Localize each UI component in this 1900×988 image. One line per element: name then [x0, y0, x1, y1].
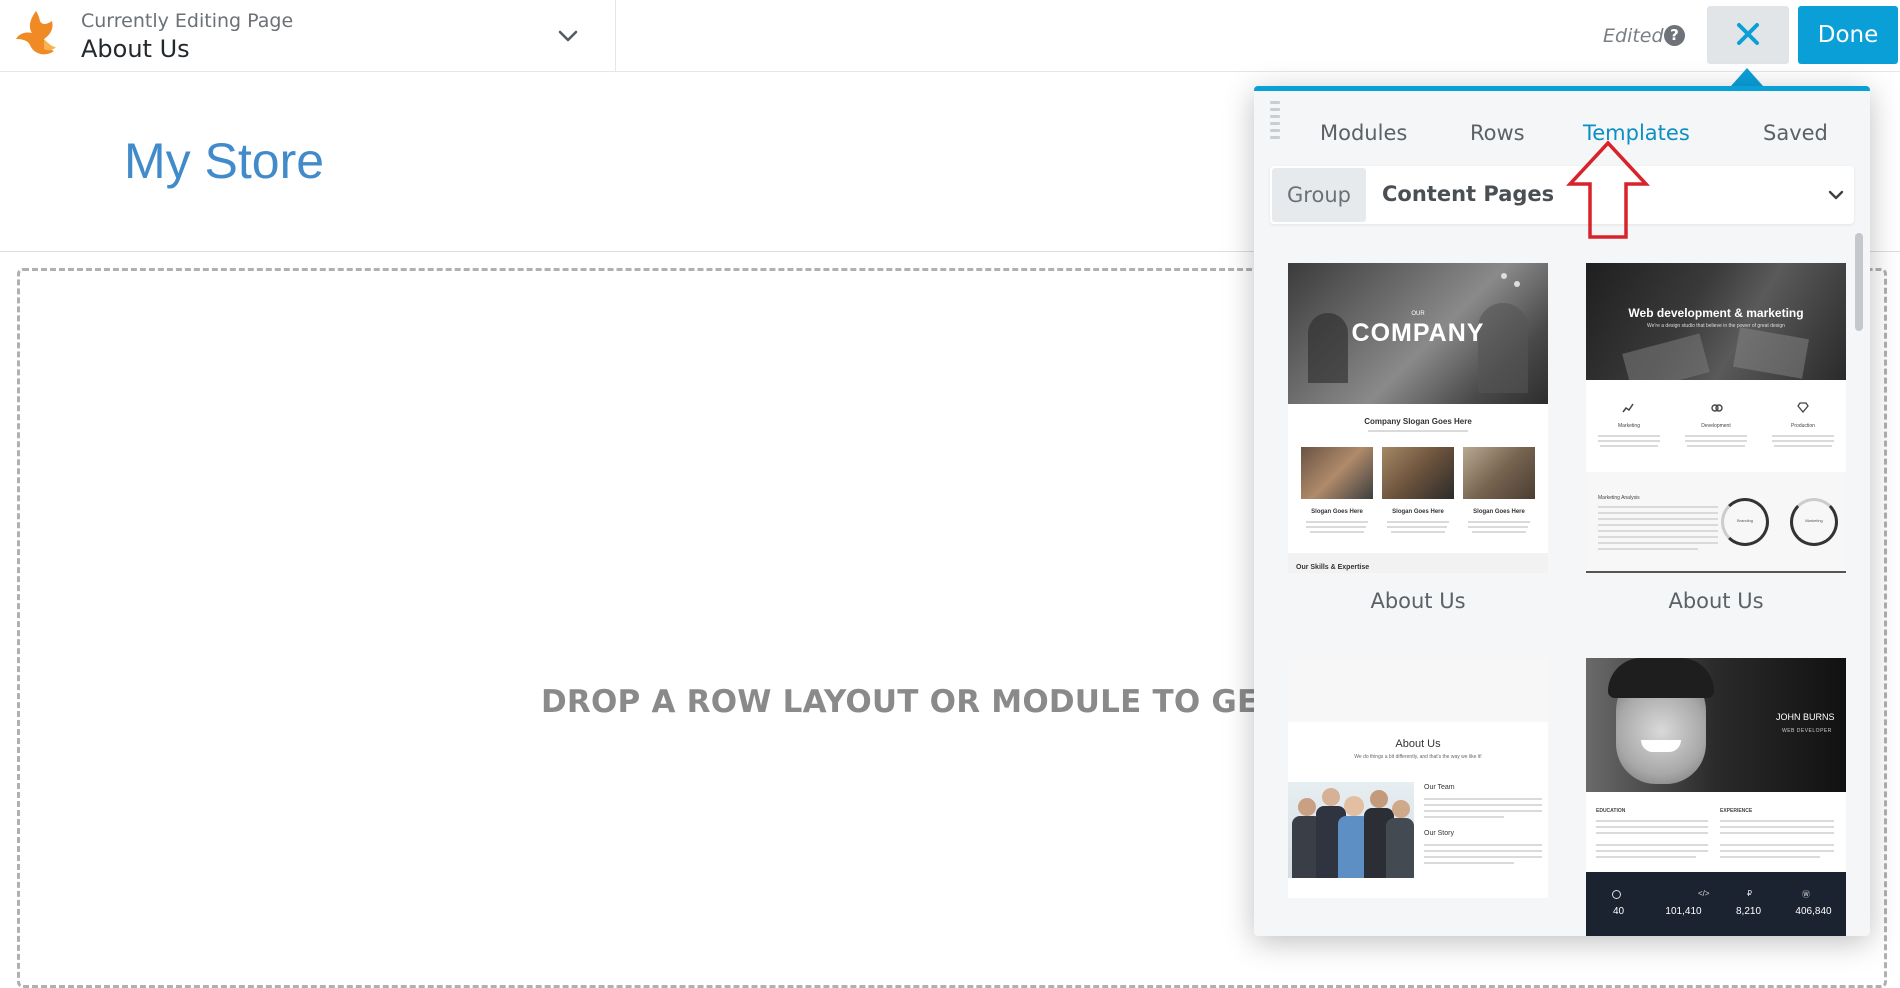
thumb-column-title: EXPERIENCE: [1720, 808, 1753, 814]
chart-icon: [1622, 403, 1634, 413]
thumb-footer: Our Skills & Expertise: [1296, 564, 1370, 571]
thumb-role: WEB DEVELOPER: [1782, 728, 1832, 734]
code-icon: </>: [1698, 889, 1710, 898]
thumb-column-title: Slogan Goes Here: [1311, 509, 1363, 515]
wordpress-icon: Ⓦ: [1802, 890, 1810, 899]
editing-label: Currently Editing Page: [81, 10, 294, 32]
template-card-company[interactable]: OUR COMPANY Company Slogan Goes Here Slo…: [1288, 263, 1548, 613]
thumb-subheading: We're a design studio that believe in th…: [1647, 323, 1785, 329]
group-label: Group: [1272, 168, 1366, 222]
thumb-section-title: Our Team: [1424, 784, 1455, 791]
thumb-analysis: Marketing Analysis: [1598, 495, 1640, 501]
hero-image: [1586, 263, 1846, 393]
ruble-icon: ₽: [1747, 889, 1753, 898]
thumb-heading: COMPANY: [1351, 319, 1485, 347]
thumb-section-title: Our Story: [1424, 830, 1454, 837]
template-thumbnail: Web development & marketing We're a desi…: [1586, 263, 1846, 573]
group-select[interactable]: Group Content Pages: [1270, 166, 1854, 224]
template-card-about-team[interactable]: About Us We do things a bit differently,…: [1288, 658, 1548, 898]
page-title: About Us: [81, 35, 190, 63]
arrow-up-icon: [1566, 140, 1650, 239]
close-panel-button[interactable]: [1707, 6, 1789, 64]
thumb-heading: About Us: [1395, 738, 1441, 750]
thumb-column-title: Development: [1701, 423, 1731, 429]
group-value[interactable]: Content Pages: [1382, 182, 1554, 206]
panel-pointer: [1731, 68, 1763, 86]
thumb-stat: 40: [1612, 906, 1625, 917]
thumb-column-title: Production: [1791, 423, 1815, 429]
thumb-subheading: We do things a bit differently, and that…: [1354, 754, 1482, 760]
thumb-circle-label: Branding: [1736, 518, 1753, 523]
thumb-circle-label: Marketing: [1805, 518, 1823, 523]
thumb-slogan: Company Slogan Goes Here: [1364, 417, 1472, 426]
thumb-stat: 406,840: [1795, 906, 1832, 917]
help-icon[interactable]: ?: [1664, 25, 1685, 46]
template-card-web-development[interactable]: Web development & marketing We're a desi…: [1586, 263, 1846, 613]
chevron-down-icon[interactable]: [556, 24, 580, 48]
site-title[interactable]: My Store: [124, 132, 324, 190]
panel-tabs: Modules Rows Templates Saved: [1254, 91, 1870, 163]
drop-message: DROP A ROW LAYOUT OR MODULE TO GET STA: [541, 684, 1357, 720]
thumb-column-title: Slogan Goes Here: [1392, 509, 1444, 515]
tab-saved[interactable]: Saved: [1763, 121, 1828, 145]
thumb-name: JOHN BURNS: [1776, 712, 1835, 722]
template-thumbnail: About Us We do things a bit differently,…: [1288, 658, 1548, 898]
template-card-john-burns[interactable]: JOHN BURNS WEB DEVELOPER EDUCATION EXPER…: [1586, 658, 1846, 936]
thumb-small-heading: OUR: [1411, 311, 1425, 317]
done-button[interactable]: Done: [1798, 6, 1898, 64]
thumb-stat: 8,210: [1735, 906, 1762, 917]
template-label: About Us: [1668, 589, 1764, 613]
tab-rows[interactable]: Rows: [1470, 121, 1525, 145]
template-thumbnail: JOHN BURNS WEB DEVELOPER EDUCATION EXPER…: [1586, 658, 1846, 936]
template-thumbnail: OUR COMPANY Company Slogan Goes Here Slo…: [1288, 263, 1548, 573]
scrollbar[interactable]: [1855, 233, 1863, 331]
hero-image: [1586, 658, 1846, 792]
stats-band: [1586, 872, 1846, 936]
thumb-column-title: Marketing: [1618, 423, 1640, 429]
thumb-heading: Web development & marketing: [1628, 306, 1804, 320]
tab-modules[interactable]: Modules: [1320, 121, 1407, 145]
builder-toolbar: Currently Editing Page About Us Edited ?…: [0, 0, 1900, 72]
thumb-column-title: Slogan Goes Here: [1473, 509, 1525, 515]
content-panel: Modules Rows Templates Saved Group Conte…: [1254, 86, 1870, 936]
thumb-stat: 101,410: [1665, 906, 1702, 917]
code-icon: [1711, 404, 1723, 412]
team-photo: [1288, 782, 1414, 878]
template-label: About Us: [1370, 589, 1466, 613]
thumb-column-title: EDUCATION: [1596, 808, 1626, 814]
chevron-down-icon[interactable]: [1826, 185, 1846, 205]
close-icon: [1737, 23, 1759, 45]
edited-status: Edited: [1603, 25, 1664, 47]
diamond-icon: [1797, 402, 1809, 413]
page-selector[interactable]: Currently Editing Page About Us: [0, 0, 616, 72]
